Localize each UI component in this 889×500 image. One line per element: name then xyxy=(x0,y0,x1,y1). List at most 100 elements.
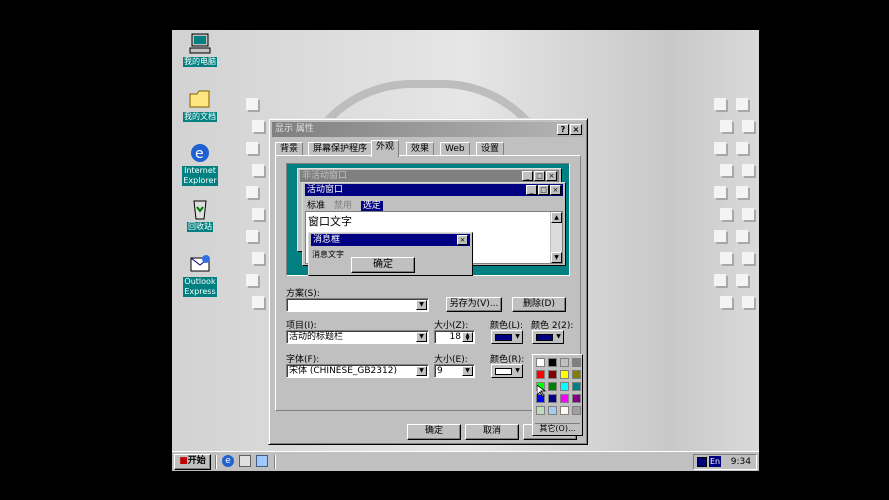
input-method-icon[interactable] xyxy=(697,457,707,467)
color2-picker-button[interactable]: ▼ xyxy=(532,330,564,344)
palette-color-swatch[interactable] xyxy=(548,394,557,403)
wallpaper-cube xyxy=(246,186,258,198)
preview-msgbox-text: 消息文字 xyxy=(312,250,344,259)
palette-color-swatch[interactable] xyxy=(548,358,557,367)
palette-color-swatch[interactable] xyxy=(536,406,545,415)
quicklaunch-desktop-icon[interactable] xyxy=(239,455,251,467)
palette-color-swatch[interactable] xyxy=(572,394,581,403)
font-color-picker-button[interactable]: ▼ xyxy=(491,364,523,378)
palette-color-swatch[interactable] xyxy=(572,370,581,379)
desktop-icon-outlook-express[interactable]: Outlook Express xyxy=(172,252,228,297)
close-icon: × xyxy=(550,185,561,195)
desktop-icon-label: 我的文档 xyxy=(183,112,217,122)
other-colors-button[interactable]: 其它(O)... xyxy=(535,423,580,433)
palette-color-swatch[interactable] xyxy=(560,406,569,415)
item-combo[interactable]: 活动的标题栏 ▼ xyxy=(286,330,429,344)
appearance-preview[interactable]: 非活动窗口 _ □ × 活动窗口 _ □ × 标准 禁用 选定 窗口文字 ▲ ▼… xyxy=(286,163,570,276)
cancel-button[interactable]: 取消 xyxy=(465,424,519,440)
chevron-down-icon[interactable]: ▼ xyxy=(416,366,427,376)
minimize-icon: _ xyxy=(526,185,537,195)
taskbar: ■开始 e En 9:34 xyxy=(172,451,759,471)
tab-screensaver[interactable]: 屏幕保护程序 xyxy=(308,142,373,156)
ok-button[interactable]: 确定 xyxy=(407,424,461,440)
preview-menu-disabled: 禁用 xyxy=(333,201,352,211)
maximize-icon: □ xyxy=(534,171,545,181)
dialog-titlebar[interactable]: 显示 属性 ? × xyxy=(272,122,584,137)
wallpaper-cube xyxy=(246,230,258,242)
desktop-icon-internet-explorer[interactable]: e Internet Explorer xyxy=(172,141,228,186)
taskbar-separator xyxy=(274,455,276,469)
wallpaper-cube xyxy=(252,252,264,264)
desktop: 我的电脑 我的文档 e Internet Explorer 回收站 Outloo… xyxy=(172,30,759,471)
palette-color-swatch[interactable] xyxy=(548,406,557,415)
wallpaper-cube xyxy=(714,274,726,286)
preview-active-titlebar: 活动窗口 _ □ × xyxy=(305,184,563,196)
font-combo[interactable]: 宋体 (CHINESE_GB2312) ▼ xyxy=(286,364,429,378)
save-as-button[interactable]: 另存为(V)... xyxy=(446,297,502,312)
font-size-combo[interactable]: 9 ▼ xyxy=(434,364,475,378)
preview-menu-normal: 标准 xyxy=(307,201,326,211)
size-spinner[interactable]: 18 ▲ ▼ xyxy=(434,330,475,344)
tab-settings[interactable]: 设置 xyxy=(476,142,505,156)
desktop-icon-label: 我的电脑 xyxy=(183,57,217,67)
wallpaper-cube xyxy=(736,230,748,242)
palette-color-swatch[interactable] xyxy=(548,370,557,379)
chevron-down-icon[interactable]: ▼ xyxy=(462,366,473,376)
tab-background[interactable]: 背景 xyxy=(275,142,304,156)
preview-window-text: 窗口文字 xyxy=(308,215,352,228)
spinner-arrows-icon[interactable]: ▲ ▼ xyxy=(462,332,473,342)
tab-web[interactable]: Web xyxy=(440,142,470,156)
language-indicator[interactable]: En xyxy=(709,456,722,467)
scheme-combo[interactable]: ▼ xyxy=(286,298,429,312)
wallpaper-cube xyxy=(246,274,258,286)
color-palette-popup: 其它(O)... xyxy=(532,354,583,436)
chevron-down-icon[interactable]: ▼ xyxy=(416,332,427,342)
preview-msgbox-titlebar: 消息框 × xyxy=(311,234,470,246)
palette-color-swatch[interactable] xyxy=(536,358,545,367)
folder-icon xyxy=(187,87,213,111)
desktop-icon-recycle-bin[interactable]: 回收站 xyxy=(172,197,228,232)
preview-inactive-title: 非活动窗口 xyxy=(302,171,348,181)
delete-button[interactable]: 删除(D) xyxy=(512,297,566,312)
scroll-down-icon: ▼ xyxy=(551,252,562,263)
wallpaper-cube xyxy=(736,186,748,198)
tab-appearance[interactable]: 外观 xyxy=(371,140,400,157)
chevron-down-icon[interactable]: ▼ xyxy=(416,300,427,310)
palette-color-swatch[interactable] xyxy=(572,358,581,367)
wallpaper-cube xyxy=(252,208,264,220)
color-swatch xyxy=(495,334,512,341)
wallpaper-cube xyxy=(246,98,258,110)
palette-color-swatch[interactable] xyxy=(560,370,569,379)
wallpaper-cube xyxy=(720,164,732,176)
palette-color-swatch[interactable] xyxy=(548,382,557,391)
desktop-icon-my-documents[interactable]: 我的文档 xyxy=(172,87,228,122)
start-button[interactable]: ■开始 xyxy=(174,454,211,470)
outlook-express-icon xyxy=(187,252,213,276)
close-button[interactable]: × xyxy=(570,124,582,135)
wallpaper-cube xyxy=(742,164,754,176)
palette-color-swatch[interactable] xyxy=(536,370,545,379)
palette-color-swatch[interactable] xyxy=(560,358,569,367)
desktop-icon-label: 回收站 xyxy=(187,222,213,232)
palette-color-swatch[interactable] xyxy=(560,394,569,403)
preview-msgbox-title: 消息框 xyxy=(313,235,341,245)
font-size-value: 9 xyxy=(437,366,443,376)
color-picker-button[interactable]: ▼ xyxy=(491,330,523,344)
wallpaper-cube xyxy=(742,208,754,220)
font-value: 宋体 (CHINESE_GB2312) xyxy=(289,366,397,376)
desktop-icon-my-computer[interactable]: 我的电脑 xyxy=(172,32,228,67)
preview-message-box: 消息框 × 消息文字 确定 xyxy=(308,232,473,276)
wallpaper-cube xyxy=(720,296,732,308)
tab-effects[interactable]: 效果 xyxy=(406,142,435,156)
palette-color-swatch[interactable] xyxy=(572,406,581,415)
wallpaper-cube xyxy=(252,120,264,132)
palette-color-swatch[interactable] xyxy=(560,382,569,391)
preview-msgbox-ok: 确定 xyxy=(351,257,415,273)
palette-color-swatch[interactable] xyxy=(572,382,581,391)
svg-text:e: e xyxy=(195,146,204,162)
help-button[interactable]: ? xyxy=(557,124,569,135)
clock[interactable]: 9:34 xyxy=(731,457,751,467)
quicklaunch-outlook-icon[interactable] xyxy=(256,455,268,467)
quicklaunch-ie-icon[interactable]: e xyxy=(222,455,234,467)
preview-scrollbar: ▲ ▼ xyxy=(550,212,562,263)
